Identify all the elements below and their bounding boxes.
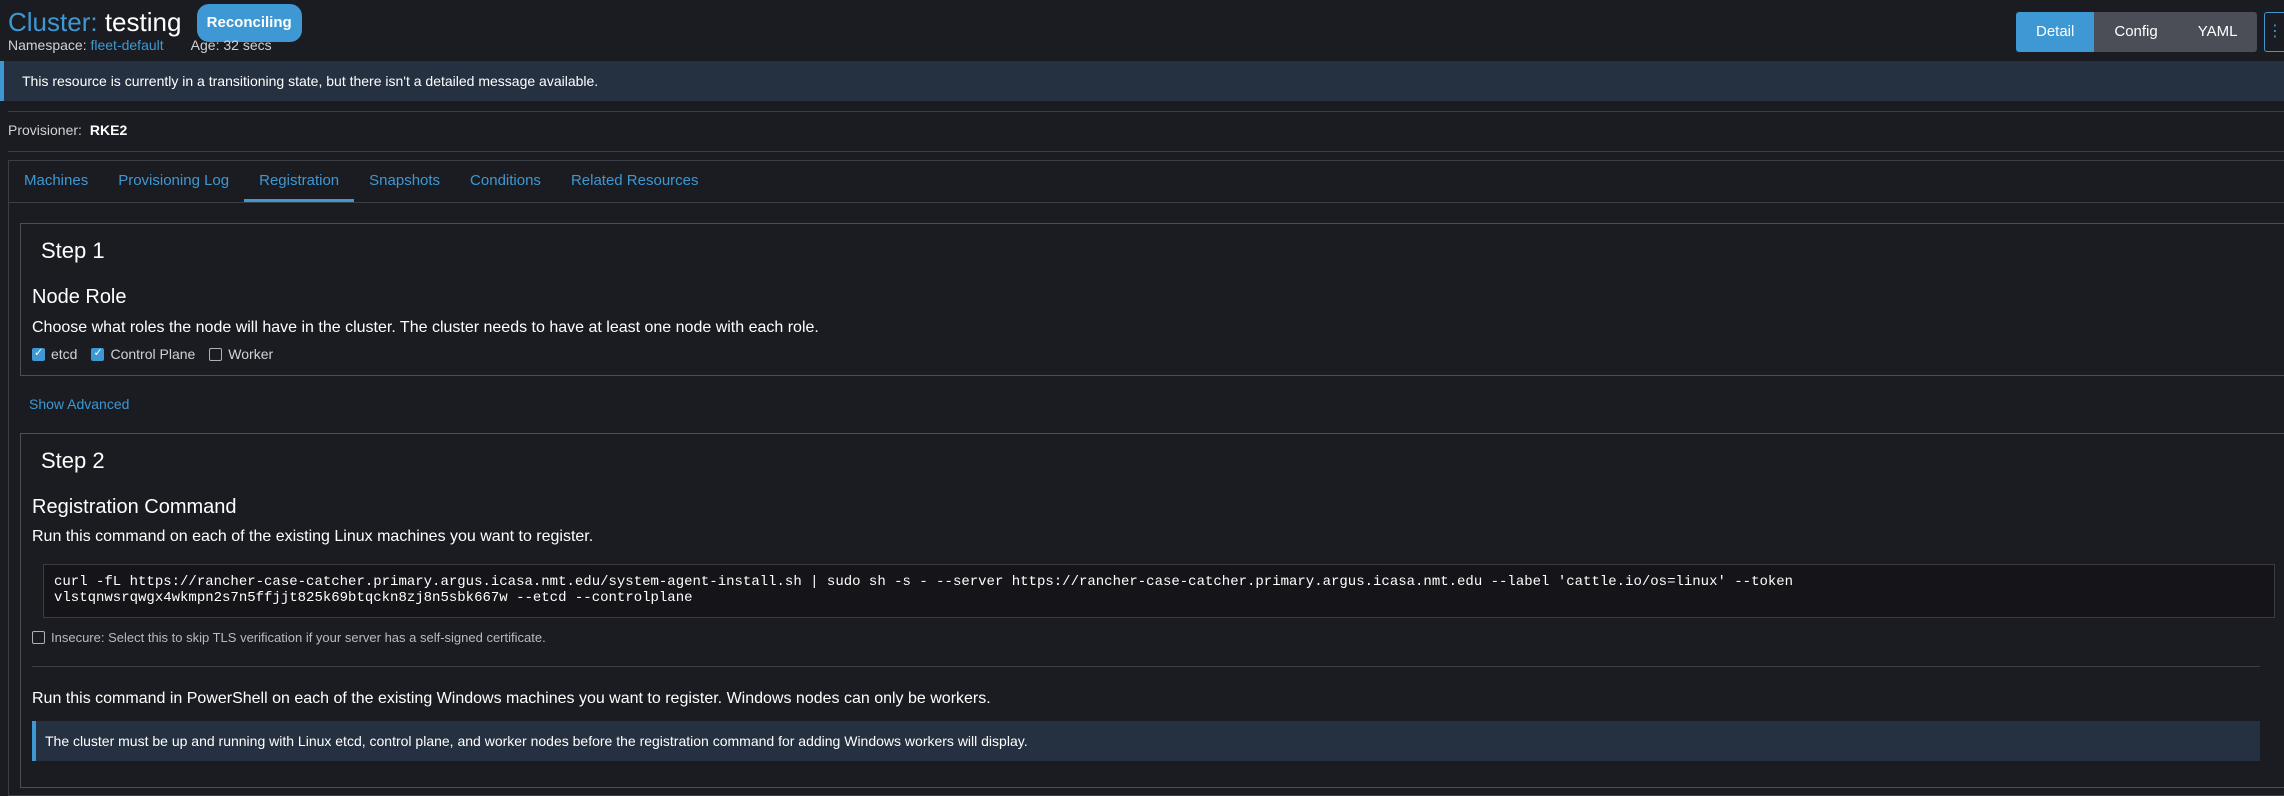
insecure-label: Insecure: Select this to skip TLS verifi… <box>51 630 546 645</box>
step-2-box: Step 2 Registration Command Run this com… <box>20 433 2284 788</box>
divider <box>8 111 2284 112</box>
provisioner-label: Provisioner: <box>8 122 82 138</box>
namespace-label: Namespace: <box>8 37 87 53</box>
registration-command-title: Registration Command <box>32 496 237 518</box>
insecure-option[interactable]: Insecure: Select this to skip TLS verifi… <box>32 630 546 645</box>
insecure-checkbox[interactable] <box>32 631 45 644</box>
resource-name: testing <box>104 7 182 37</box>
role-worker[interactable]: Worker <box>209 346 273 362</box>
command-line: vlstqnwsrqwgx4wkmpn2s7n5ffjjt825k69btqck… <box>54 590 693 606</box>
resource-kind: Cluster: <box>8 7 98 37</box>
registration-command-code[interactable]: curl -fL https://rancher-case-catcher.pr… <box>43 564 2275 618</box>
page-header: Cluster: testing Reconciling Namespace: … <box>8 0 2284 60</box>
worker-label: Worker <box>228 346 274 362</box>
windows-description: Run this command in PowerShell on each o… <box>32 690 991 707</box>
node-role-description: Choose what roles the node will have in … <box>32 319 819 336</box>
role-control-plane[interactable]: Control Plane <box>91 346 195 362</box>
node-role-title: Node Role <box>32 286 127 308</box>
step-1-box: Step 1 Node Role Choose what roles the n… <box>20 223 2284 376</box>
divider <box>8 151 2284 152</box>
config-mode-button[interactable]: Config <box>2094 12 2178 52</box>
more-actions-icon[interactable]: ⋮ <box>2264 12 2284 52</box>
step-2-title: Step 2 <box>41 448 105 473</box>
etcd-label: etcd <box>51 346 78 362</box>
role-checkboxes: etcd Control Plane Worker <box>32 346 287 362</box>
transition-banner: This resource is currently in a transiti… <box>0 61 2284 101</box>
tab-snapshots[interactable]: Snapshots <box>354 161 455 201</box>
yaml-mode-button[interactable]: YAML <box>2177 12 2258 52</box>
tab-conditions[interactable]: Conditions <box>455 161 556 201</box>
control-plane-checkbox[interactable] <box>91 346 105 361</box>
divider <box>32 666 2260 667</box>
provisioner-row: Provisioner: RKE2 <box>8 122 127 138</box>
worker-checkbox[interactable] <box>209 347 223 361</box>
namespace-link[interactable]: fleet-default <box>90 37 163 53</box>
tab-provisioning-log[interactable]: Provisioning Log <box>103 161 244 201</box>
command-line: curl -fL https://rancher-case-catcher.pr… <box>54 574 1794 590</box>
linux-description: Run this command on each of the existing… <box>32 528 594 545</box>
tab-related-resources[interactable]: Related Resources <box>556 161 714 201</box>
tab-bar: Machines Provisioning Log Registration S… <box>9 161 2284 203</box>
age-value: 32 secs <box>223 37 272 53</box>
provisioner-value: RKE2 <box>89 122 128 138</box>
role-etcd[interactable]: etcd <box>32 346 77 362</box>
tab-machines[interactable]: Machines <box>9 161 103 201</box>
tab-registration[interactable]: Registration <box>244 161 355 202</box>
view-mode-toggle: Detail Config YAML <box>2016 12 2258 52</box>
step-1-title: Step 1 <box>41 238 105 263</box>
control-plane-label: Control Plane <box>110 346 196 362</box>
detail-mode-button[interactable]: Detail <box>2016 12 2095 52</box>
windows-info-banner: The cluster must be up and running with … <box>32 721 2260 761</box>
etcd-checkbox[interactable] <box>32 346 45 361</box>
resource-meta: Namespace: fleet-default Age: 32 secs <box>8 37 272 53</box>
show-advanced-link[interactable]: Show Advanced <box>29 396 129 412</box>
age-label: Age: <box>190 37 220 53</box>
